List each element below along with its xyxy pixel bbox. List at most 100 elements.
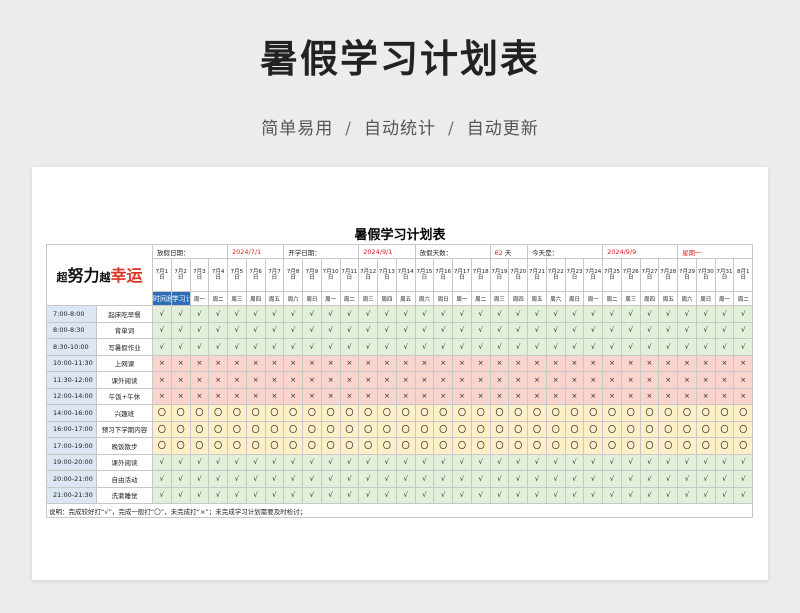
status-mark-cell[interactable]: √: [245, 470, 266, 488]
status-mark-cell[interactable]: ×: [602, 371, 622, 389]
status-mark-cell[interactable]: 〇: [545, 437, 566, 455]
status-mark-cell[interactable]: 〇: [283, 420, 304, 438]
status-mark-cell[interactable]: √: [527, 453, 547, 471]
status-mark-cell[interactable]: 〇: [564, 437, 585, 455]
status-mark-cell[interactable]: ×: [189, 387, 210, 405]
status-mark-cell[interactable]: ×: [677, 371, 697, 389]
status-mark-cell[interactable]: ×: [302, 371, 322, 389]
status-mark-cell[interactable]: 〇: [377, 437, 397, 455]
status-mark-cell[interactable]: √: [602, 486, 622, 504]
status-mark-cell[interactable]: √: [189, 338, 210, 356]
status-mark-cell[interactable]: √: [208, 305, 228, 323]
status-mark-cell[interactable]: ×: [620, 354, 641, 372]
status-mark-cell[interactable]: √: [602, 321, 622, 339]
status-mark-cell[interactable]: 〇: [433, 420, 454, 438]
status-mark-cell[interactable]: √: [414, 453, 435, 471]
status-mark-cell[interactable]: √: [639, 338, 660, 356]
status-mark-cell[interactable]: √: [639, 321, 660, 339]
status-mark-cell[interactable]: √: [152, 486, 172, 504]
status-mark-cell[interactable]: ×: [527, 387, 547, 405]
status-mark-cell[interactable]: ×: [545, 387, 566, 405]
status-mark-cell[interactable]: √: [245, 486, 266, 504]
status-mark-cell[interactable]: ×: [358, 387, 379, 405]
status-mark-cell[interactable]: ×: [170, 371, 191, 389]
status-mark-cell[interactable]: ×: [620, 387, 641, 405]
status-mark-cell[interactable]: ×: [508, 387, 529, 405]
status-mark-cell[interactable]: √: [377, 470, 397, 488]
status-mark-cell[interactable]: 〇: [433, 437, 454, 455]
status-mark-cell[interactable]: 〇: [452, 420, 472, 438]
status-mark-cell[interactable]: √: [283, 470, 304, 488]
status-mark-cell[interactable]: 〇: [358, 404, 379, 422]
status-mark-cell[interactable]: 〇: [452, 437, 472, 455]
status-mark-cell[interactable]: √: [714, 338, 735, 356]
status-mark-cell[interactable]: √: [152, 305, 172, 323]
status-mark-cell[interactable]: ×: [339, 371, 360, 389]
status-mark-cell[interactable]: ×: [545, 371, 566, 389]
status-mark-cell[interactable]: ×: [602, 354, 622, 372]
status-mark-cell[interactable]: 〇: [339, 437, 360, 455]
status-mark-cell[interactable]: ×: [489, 354, 510, 372]
status-mark-cell[interactable]: 〇: [264, 420, 285, 438]
status-mark-cell[interactable]: 〇: [564, 404, 585, 422]
status-mark-cell[interactable]: √: [358, 453, 379, 471]
status-mark-cell[interactable]: √: [733, 338, 754, 356]
status-mark-cell[interactable]: √: [733, 321, 754, 339]
status-mark-cell[interactable]: ×: [583, 354, 604, 372]
status-mark-cell[interactable]: √: [583, 470, 604, 488]
status-mark-cell[interactable]: √: [714, 486, 735, 504]
status-mark-cell[interactable]: √: [489, 305, 510, 323]
status-mark-cell[interactable]: √: [245, 453, 266, 471]
status-mark-cell[interactable]: 〇: [527, 420, 547, 438]
status-mark-cell[interactable]: √: [658, 305, 679, 323]
status-mark-cell[interactable]: √: [470, 321, 491, 339]
status-mark-cell[interactable]: ×: [208, 387, 228, 405]
status-mark-cell[interactable]: √: [527, 305, 547, 323]
status-mark-cell[interactable]: 〇: [695, 437, 716, 455]
status-mark-cell[interactable]: 〇: [489, 404, 510, 422]
status-mark-cell[interactable]: √: [620, 338, 641, 356]
status-mark-cell[interactable]: √: [377, 486, 397, 504]
status-mark-cell[interactable]: 〇: [639, 404, 660, 422]
status-mark-cell[interactable]: √: [358, 470, 379, 488]
status-mark-cell[interactable]: 〇: [208, 437, 228, 455]
status-mark-cell[interactable]: √: [545, 453, 566, 471]
status-mark-cell[interactable]: 〇: [733, 420, 754, 438]
status-mark-cell[interactable]: ×: [714, 354, 735, 372]
status-mark-cell[interactable]: ×: [414, 387, 435, 405]
status-mark-cell[interactable]: ×: [152, 354, 172, 372]
status-mark-cell[interactable]: √: [358, 321, 379, 339]
status-mark-cell[interactable]: √: [583, 321, 604, 339]
status-mark-cell[interactable]: ×: [508, 371, 529, 389]
status-mark-cell[interactable]: ×: [245, 354, 266, 372]
status-mark-cell[interactable]: √: [470, 486, 491, 504]
status-mark-cell[interactable]: √: [508, 470, 529, 488]
status-mark-cell[interactable]: ×: [695, 354, 716, 372]
status-mark-cell[interactable]: ×: [695, 371, 716, 389]
status-mark-cell[interactable]: ×: [395, 354, 416, 372]
status-mark-cell[interactable]: √: [508, 321, 529, 339]
status-mark-cell[interactable]: √: [170, 321, 191, 339]
status-mark-cell[interactable]: ×: [470, 371, 491, 389]
status-mark-cell[interactable]: 〇: [170, 420, 191, 438]
status-mark-cell[interactable]: √: [508, 338, 529, 356]
status-mark-cell[interactable]: ×: [170, 387, 191, 405]
status-mark-cell[interactable]: 〇: [677, 420, 697, 438]
status-mark-cell[interactable]: √: [320, 305, 341, 323]
status-mark-cell[interactable]: 〇: [527, 437, 547, 455]
status-mark-cell[interactable]: √: [320, 470, 341, 488]
status-mark-cell[interactable]: ×: [527, 371, 547, 389]
status-mark-cell[interactable]: 〇: [245, 437, 266, 455]
status-mark-cell[interactable]: √: [620, 453, 641, 471]
status-mark-cell[interactable]: √: [189, 305, 210, 323]
status-mark-cell[interactable]: ×: [227, 371, 247, 389]
status-mark-cell[interactable]: √: [264, 338, 285, 356]
status-mark-cell[interactable]: 〇: [320, 404, 341, 422]
status-mark-cell[interactable]: ×: [358, 371, 379, 389]
status-mark-cell[interactable]: ×: [733, 387, 754, 405]
status-mark-cell[interactable]: √: [452, 453, 472, 471]
status-mark-cell[interactable]: ×: [283, 371, 304, 389]
status-mark-cell[interactable]: ×: [452, 354, 472, 372]
status-mark-cell[interactable]: √: [283, 305, 304, 323]
status-mark-cell[interactable]: √: [433, 321, 454, 339]
